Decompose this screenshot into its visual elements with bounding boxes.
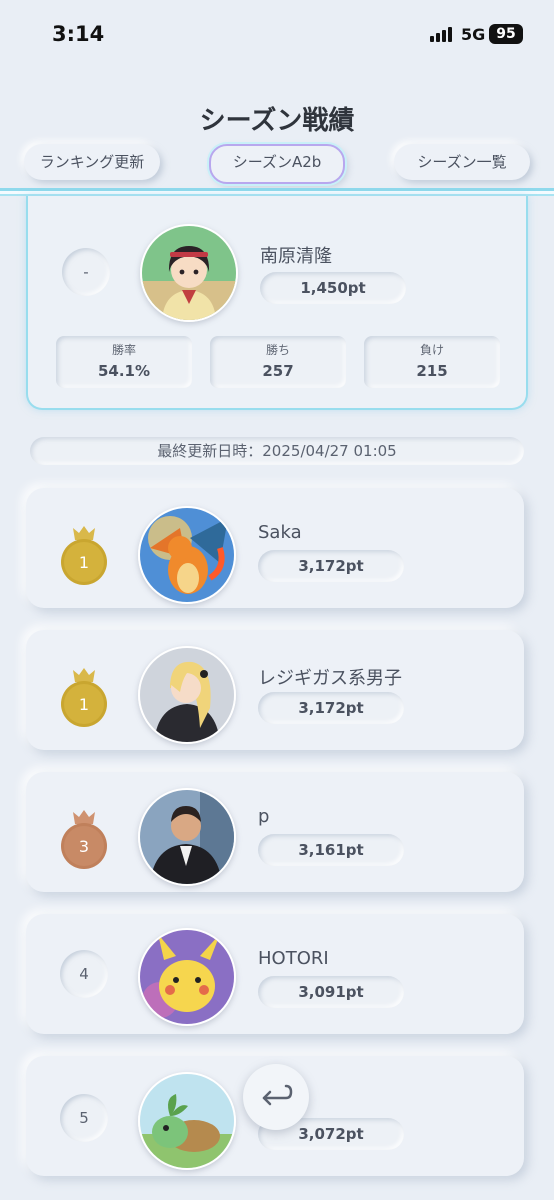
win-rate-stat: 勝率 54.1% — [56, 336, 192, 388]
season-selector-tab[interactable]: シーズンA2b — [209, 144, 345, 184]
player-name: レジギガス系男子 — [258, 668, 402, 689]
ranking-row[interactable]: 4 HOTORI 3,091pt — [26, 914, 524, 1034]
rank-number: 3 — [79, 837, 89, 856]
player-name: p — [258, 806, 270, 827]
rank-badge: 5 — [60, 1094, 108, 1142]
stat-label: 勝率 — [111, 343, 136, 357]
stat-value: 54.1% — [97, 362, 151, 380]
ranking-row[interactable]: 3 p 3,161pt — [26, 772, 524, 892]
rank-number: 1 — [79, 695, 89, 714]
player-points: 3,172pt — [258, 692, 404, 724]
losses-stat: 負け 215 — [364, 336, 500, 388]
return-arrow-icon — [262, 1084, 293, 1106]
stat-label: 勝ち — [265, 343, 290, 357]
rank-badge: 4 — [60, 950, 108, 998]
stat-value: 257 — [262, 362, 294, 380]
player-name: Saka — [258, 522, 302, 543]
my-avatar — [140, 224, 238, 322]
cynthia-avatar — [138, 646, 236, 744]
stat-value: 215 — [416, 362, 448, 380]
turtwig-avatar — [138, 1072, 236, 1170]
charizard-avatar — [138, 506, 236, 604]
battery-icon: 95 — [489, 24, 523, 44]
pikachu-avatar — [138, 928, 236, 1026]
stat-label: 負け — [419, 343, 444, 357]
rank-number: 1 — [79, 553, 89, 572]
player-name: HOTORI — [258, 948, 329, 969]
ranking-row[interactable]: 1 Saka 3,172pt — [26, 488, 524, 608]
season-list-button[interactable]: シーズン一覧 — [394, 144, 530, 180]
my-points: 1,450pt — [260, 272, 406, 304]
gold-crown-medal-icon: 1 — [61, 668, 107, 727]
player-points: 3,091pt — [258, 976, 404, 1008]
my-player-name: 南原清隆 — [260, 246, 332, 267]
network-type: 5G — [461, 25, 486, 44]
player-points: 3,172pt — [258, 550, 404, 582]
my-record-card: - 南原清隆 1,450pt 勝率 54.1% 勝ち 257 負け 215 — [26, 196, 528, 410]
back-button[interactable] — [243, 1064, 309, 1130]
giovanni-avatar — [138, 788, 236, 886]
my-rank-badge: - — [62, 248, 110, 296]
last-updated-label: 最終更新日時：2025/04/27 01:05 — [30, 437, 524, 465]
player-points: 3,161pt — [258, 834, 404, 866]
status-time: 3:14 — [52, 22, 105, 46]
signal-icon — [430, 26, 452, 42]
wins-stat: 勝ち 257 — [210, 336, 346, 388]
ranking-row[interactable]: 1 レジギガス系男子 3,172pt — [26, 630, 524, 750]
ranking-update-button[interactable]: ランキング更新 — [24, 144, 160, 180]
bronze-crown-medal-icon: 3 — [61, 810, 107, 869]
gold-crown-medal-icon: 1 — [61, 526, 107, 585]
status-bar: 3:14 5G 95 — [0, 0, 554, 70]
page-title: シーズン戦績 — [199, 106, 355, 136]
